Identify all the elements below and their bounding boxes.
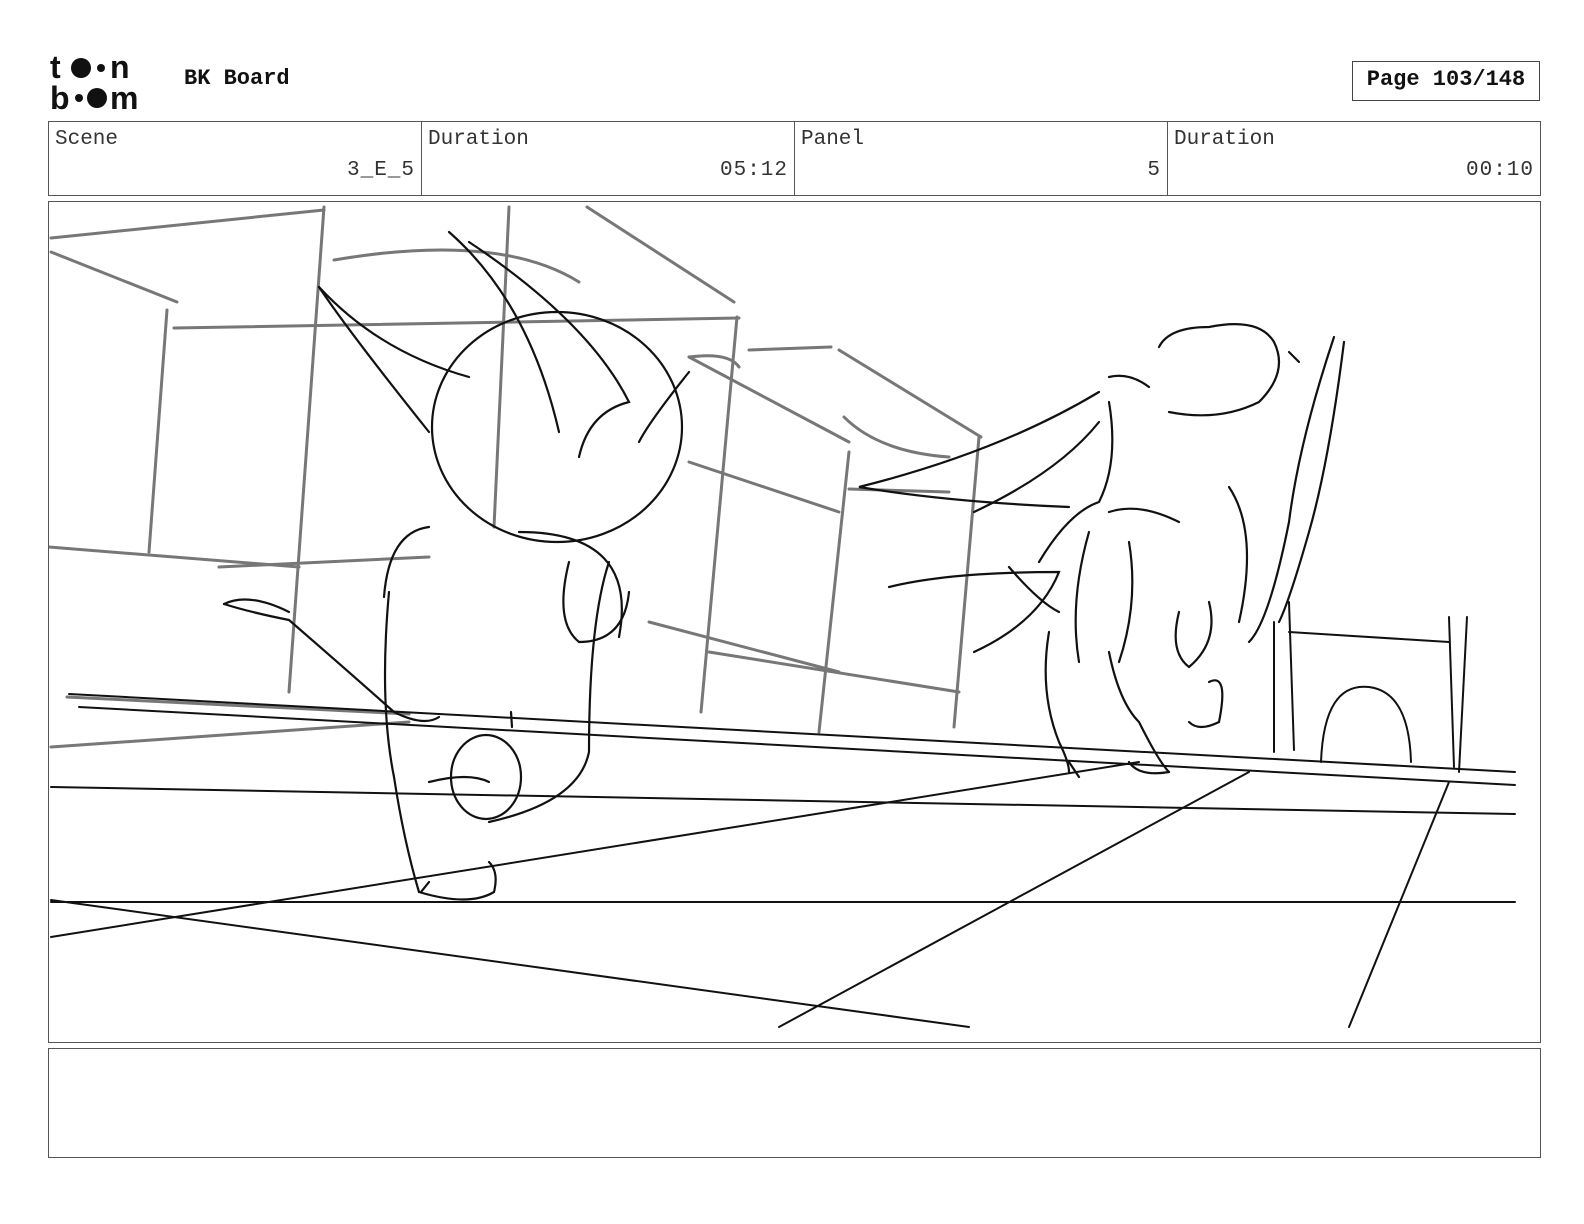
panel-sketch (49, 205, 1516, 1028)
scene-cell: Scene 3_E_5 (49, 122, 422, 195)
notes-box (48, 1048, 1541, 1158)
scene-label: Scene (55, 128, 119, 151)
svg-text:m: m (110, 80, 138, 114)
panel-duration-cell: Duration 00:10 (1168, 122, 1540, 195)
panel-duration-value: 00:10 (1465, 159, 1534, 182)
panel-label: Panel (801, 128, 865, 151)
scene-value: 3_E_5 (346, 159, 415, 182)
panel-value: 5 (1147, 159, 1161, 182)
scene-duration-label: Duration (428, 128, 529, 151)
page-indicator: Page 103/148 (1352, 61, 1540, 101)
scene-duration-cell: Duration 05:12 (422, 122, 795, 195)
scene-duration-value: 05:12 (719, 159, 788, 182)
svg-text:b: b (50, 80, 70, 114)
storyboard-panel (48, 201, 1541, 1043)
panel-duration-label: Duration (1174, 128, 1275, 151)
board-title: BK Board (184, 66, 290, 91)
info-bar: Scene 3_E_5 Duration 05:12 Panel 5 Durat… (48, 121, 1541, 196)
panel-cell: Panel 5 (795, 122, 1168, 195)
toon-boom-logo: t n b m (50, 50, 138, 114)
